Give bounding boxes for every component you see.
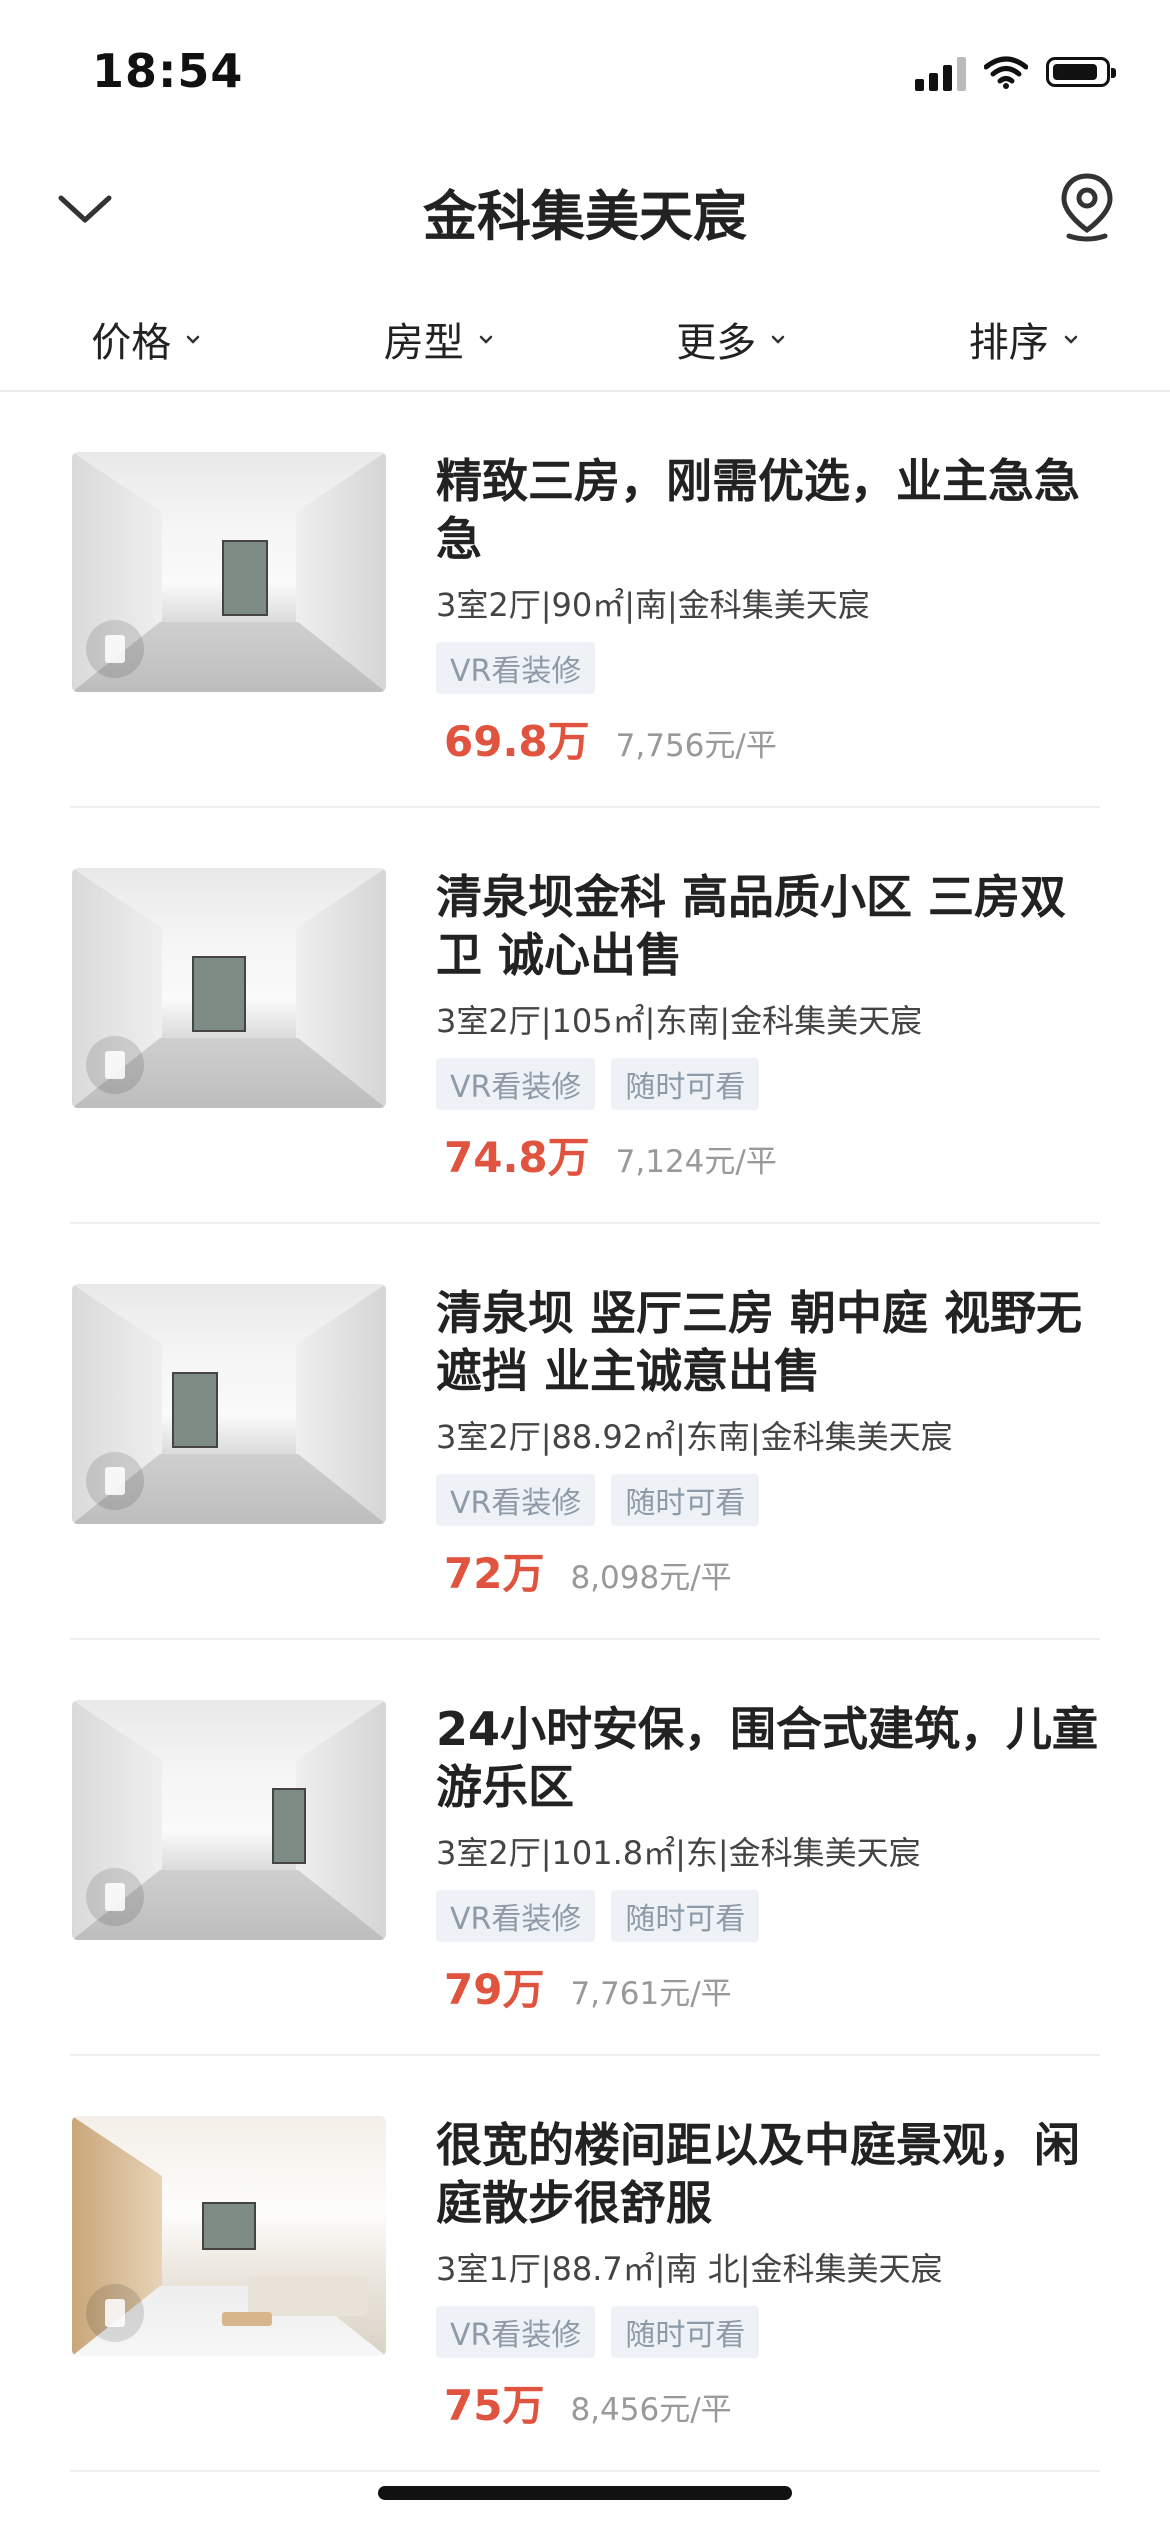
page-title: 金科集美天宸 (423, 185, 747, 248)
filter-more[interactable]: 更多 (585, 288, 878, 390)
listing-unit-price: 8,456元/平 (570, 2392, 732, 2428)
listing-tag: 随时可看 (611, 1474, 760, 1526)
filter-layout[interactable]: 房型 (293, 288, 586, 390)
caret-down-icon (479, 335, 492, 344)
home-indicator[interactable] (378, 2486, 792, 2500)
vr-icon (86, 2284, 144, 2342)
listing-unit-price: 7,756元/平 (615, 728, 777, 764)
listing-tag: 随时可看 (611, 1058, 760, 1110)
wifi-icon (984, 56, 1028, 89)
listing-tag: VR看装修 (436, 2306, 596, 2358)
listing-price: 79万 (444, 1965, 545, 2014)
listing-photo (72, 1284, 386, 1524)
vr-icon (86, 620, 144, 678)
listing-unit-price: 7,761元/平 (570, 1976, 732, 2012)
listing-item[interactable]: 精致三房，刚需优选，业主急急急 3室2厅|90㎡|南|金科集美天宸 VR看装修 … (70, 392, 1100, 808)
listing-tag: VR看装修 (436, 1474, 596, 1526)
listing-title: 清泉坝金科 高品质小区 三房双卫 诚心出售 (436, 870, 1067, 982)
listing-item[interactable]: 24小时安保，围合式建筑，儿童游乐区 3室2厅|101.8㎡|东|金科集美天宸 … (70, 1640, 1100, 2056)
listing-tag: VR看装修 (436, 642, 596, 694)
listing-tag: 随时可看 (611, 2306, 760, 2358)
nav-bar: 金科集美天宸 (0, 150, 1170, 270)
listing-tag: 随时可看 (611, 1890, 760, 1942)
listing-meta: 3室2厅|90㎡|南|金科集美天宸 (436, 586, 870, 624)
listing-title: 精致三房，刚需优选，业主急急急 (436, 454, 1080, 566)
listing-title: 很宽的楼间距以及中庭景观，闲庭散步很舒服 (436, 2118, 1080, 2230)
listing-meta: 3室2厅|101.8㎡|东|金科集美天宸 (436, 1834, 921, 1872)
vr-icon (86, 1452, 144, 1510)
listing-title: 24小时安保，围合式建筑，儿童游乐区 (436, 1702, 1099, 1814)
filter-label: 房型 (383, 320, 464, 366)
listing-photo (72, 868, 386, 1108)
cellular-signal-icon (915, 53, 966, 91)
filter-sort[interactable]: 排序 (878, 288, 1170, 390)
listing-item[interactable]: 清泉坝金科 高品质小区 三房双卫 诚心出售 3室2厅|105㎡|东南|金科集美天… (70, 808, 1100, 1224)
filter-label: 更多 (676, 320, 757, 366)
listing-tag: VR看装修 (436, 1058, 596, 1110)
caret-down-icon (1064, 335, 1077, 344)
filter-label: 排序 (968, 320, 1049, 366)
filter-price[interactable]: 价格 (0, 288, 293, 390)
caret-down-icon (772, 335, 785, 344)
listing-meta: 3室2厅|105㎡|东南|金科集美天宸 (436, 1002, 923, 1040)
listing-photo (72, 2116, 386, 2356)
listing-meta: 3室1厅|88.7㎡|南 北|金科集美天宸 (436, 2250, 943, 2288)
listing-unit-price: 7,124元/平 (615, 1144, 777, 1180)
listing-price: 69.8万 (444, 717, 590, 766)
listing-unit-price: 8,098元/平 (570, 1560, 732, 1596)
vr-icon (86, 1036, 144, 1094)
status-bar: 18:54 (0, 0, 1170, 150)
listing-price: 75万 (444, 2381, 545, 2430)
listing-item[interactable]: 很宽的楼间距以及中庭景观，闲庭散步很舒服 3室1厅|88.7㎡|南 北|金科集美… (70, 2056, 1100, 2472)
listing-price: 72万 (444, 1549, 545, 1598)
listing-tag: VR看装修 (436, 1890, 596, 1942)
status-icons (915, 52, 1116, 92)
listing-list: 精致三房，刚需优选，业主急急急 3室2厅|90㎡|南|金科集美天宸 VR看装修 … (0, 392, 1170, 2472)
listing-photo (72, 452, 386, 692)
listing-item[interactable]: 清泉坝 竖厅三房 朝中庭 视野无遮挡 业主诚意出售 3室2厅|88.92㎡|东南… (70, 1224, 1100, 1640)
filter-bar: 价格 房型 更多 排序 (0, 288, 1170, 392)
listing-meta: 3室2厅|88.92㎡|东南|金科集美天宸 (436, 1418, 953, 1456)
listing-price: 74.8万 (444, 1133, 590, 1182)
listing-title: 清泉坝 竖厅三房 朝中庭 视野无遮挡 业主诚意出售 (436, 1286, 1083, 1398)
battery-icon (1046, 57, 1116, 87)
listing-photo (72, 1700, 386, 1940)
caret-down-icon (187, 335, 200, 344)
status-time: 18:54 (92, 44, 244, 98)
vr-icon (86, 1868, 144, 1926)
location-pin-icon[interactable] (1059, 172, 1115, 242)
filter-label: 价格 (91, 320, 172, 366)
